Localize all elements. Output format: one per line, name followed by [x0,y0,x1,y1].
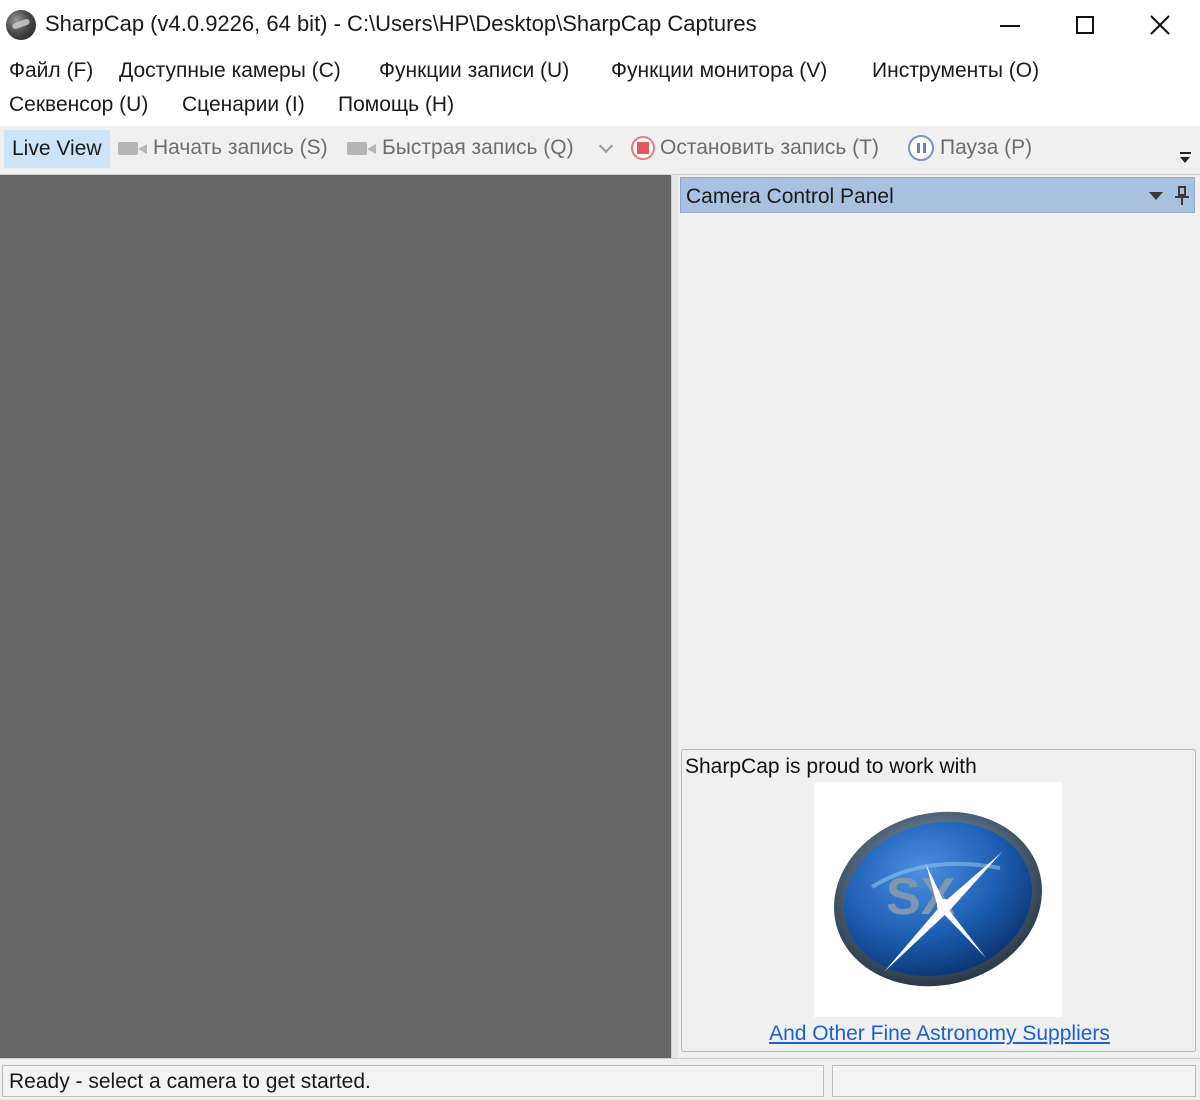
minimize-icon [1000,25,1020,27]
window-title: SharpCap (v4.0.9226, 64 bit) - C:\Users\… [45,11,757,36]
panel-splitter[interactable] [671,175,678,1058]
quick-capture-dropdown[interactable] [596,138,616,158]
menu-capture[interactable]: Функции записи (U) [379,59,569,83]
stop-capture-button[interactable]: Остановить запись (T) [631,126,879,170]
sharpcap-logo-icon [6,10,36,40]
maximize-icon [1076,16,1094,34]
camera-icon [347,139,377,157]
camera-control-panel: Camera Control Panel SharpCap is proud t… [678,175,1200,1058]
title-bar: SharpCap (v4.0.9226, 64 bit) - C:\Users\… [0,0,1200,50]
status-bar: Ready - select a camera to get started. [0,1058,1200,1100]
live-view-button[interactable]: Live View [4,130,110,168]
status-panel-main: Ready - select a camera to get started. [2,1065,824,1097]
panel-title: Camera Control Panel [686,185,894,208]
start-capture-label: Начать запись (S) [153,136,328,159]
menu-file[interactable]: Файл (F) [9,59,93,83]
panel-dropdown-icon[interactable] [1149,192,1163,200]
sponsor-text: SharpCap is proud to work with [685,755,977,778]
status-panel-secondary [832,1065,1196,1097]
menu-sequencer[interactable]: Секвенсор (U) [9,93,148,117]
quick-capture-label: Быстрая запись (Q) [382,136,574,159]
menu-help[interactable]: Помощь (H) [338,93,454,117]
panel-content [680,213,1195,747]
pause-label: Пауза (P) [940,136,1033,159]
sponsor-box: SharpCap is proud to work with SX And Ot… [681,749,1196,1052]
menu-scripting[interactable]: Сценарии (I) [182,93,305,117]
image-viewer[interactable] [0,175,671,1058]
suppliers-link[interactable]: And Other Fine Astronomy Suppliers [682,1022,1197,1046]
menu-cameras[interactable]: Доступные камеры (C) [119,59,341,83]
sx-logo[interactable]: SX [814,782,1062,1017]
chevron-down-icon [598,138,614,154]
overflow-bar-icon [1180,152,1191,154]
camera-icon [118,139,148,157]
stop-icon [631,136,655,160]
stop-capture-label: Остановить запись (T) [660,136,879,159]
menu-bar: Файл (F) Доступные камеры (C) Функции за… [0,50,1200,126]
panel-header: Camera Control Panel [680,177,1195,213]
pause-icon [908,135,934,161]
pin-icon[interactable] [1175,186,1189,206]
maximize-button[interactable] [1050,0,1120,50]
pause-button[interactable]: Пауза (P) [908,126,1032,170]
sx-logo-icon: SX [834,811,1042,987]
close-button[interactable] [1125,0,1195,50]
svg-text:SX: SX [886,868,956,926]
close-icon [1150,15,1170,35]
start-capture-button[interactable]: Начать запись (S) [118,126,328,170]
overflow-arrow-icon [1180,157,1190,163]
toolbar: Live View Начать запись (S) Быстрая запи… [0,126,1200,175]
menu-monitor[interactable]: Функции монитора (V) [611,59,827,83]
live-view-label: Live View [12,137,102,160]
minimize-button[interactable] [975,0,1045,50]
quick-capture-button[interactable]: Быстрая запись (Q) [347,126,574,170]
toolbar-overflow-button[interactable] [1176,146,1196,170]
menu-tools[interactable]: Инструменты (O) [872,59,1039,83]
status-text: Ready - select a camera to get started. [9,1070,371,1093]
